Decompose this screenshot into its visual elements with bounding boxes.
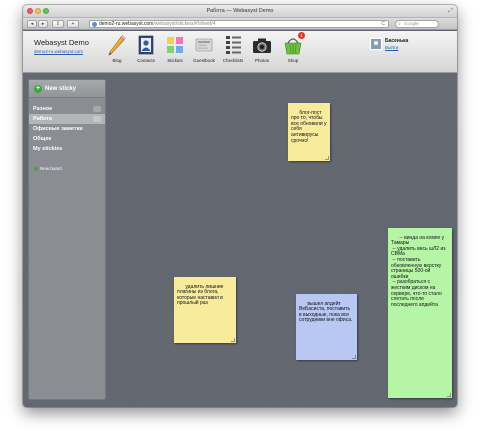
new-board-link[interactable]: New board [34,166,62,171]
browser-toolbar: ◂ ▸ ⇪ + demo2-ru.webasyst.com/webasyst/s… [23,18,457,30]
app-label-photos: Photos [254,58,269,63]
contact-card-icon [136,34,156,56]
app-photos[interactable]: Photos [248,34,276,63]
basket-icon: 1 [283,32,305,56]
back-button[interactable]: ◂ [27,20,37,28]
sheet-count-badge [93,106,101,112]
app-stickies[interactable]: Stickies [161,34,189,63]
search-icon: ⌕ [398,21,401,27]
brand-link[interactable]: demo2-ru.webasyst.com [34,49,89,54]
app-label-shop: Shop [287,58,299,63]
app-blog[interactable]: Blog [103,34,131,63]
plus-icon [34,166,38,171]
app-shop[interactable]: 1 Shop [279,32,307,63]
sticky-note[interactable]: вышел апдейт ВеБасиста, поставить в выхо… [296,294,357,360]
browser-window: Работа — Webasyst Demo ⤢ ◂ ▸ ⇪ + demo2-r… [23,5,457,407]
new-board-label: New board [40,166,62,171]
site-icon [92,22,97,27]
url-path: /webasyst/stickies/#/sheet/4 [153,21,216,27]
search-placeholder: Google [404,21,419,26]
stickies-board: + New sticky Разное Работа Офисные замет… [23,73,457,407]
sheet-label: My stickies [33,146,63,152]
reload-icon[interactable]: C [381,21,385,27]
fullscreen-icon[interactable]: ⤢ [448,5,453,18]
notification-badge: 1 [298,32,305,39]
sticky-note[interactable]: блог-пост про то, чтобы все обновили у с… [288,103,330,161]
sheet-list: Разное Работа Офисные заметки Общее My s… [29,104,105,154]
app-header: Webasyst Demo demo2-ru.webasyst.com Blog [23,31,457,73]
sheet-label: Разное [33,106,53,112]
new-sticky-label: New sticky [45,86,77,92]
plus-icon: + [34,85,42,93]
share-button[interactable]: ⇪ [52,20,64,28]
resize-handle[interactable] [352,355,356,359]
sheet-label: Общее [33,136,52,142]
sheet-item[interactable]: Общее [29,134,105,144]
window-title: Работа — Webasyst Demo [206,8,274,14]
user-name[interactable]: Басенька [385,38,408,44]
add-bookmark-button[interactable]: + [67,20,79,28]
sticky-text[interactable]: удалить лишние плагины из блога, которые… [177,284,225,307]
avatar[interactable] [370,38,382,50]
app-label-checklists: Checklists [222,58,244,63]
checklist-icon [223,34,243,56]
resize-handle[interactable] [231,338,235,342]
window-titlebar: Работа — Webasyst Demo ⤢ [23,5,457,18]
address-bar[interactable]: demo2-ru.webasyst.com/webasyst/stickies/… [89,20,389,28]
zoom-window-button[interactable] [43,8,49,14]
search-input[interactable]: ⌕ Google [395,20,439,28]
sticky-text[interactable]: -- винда на компе у Тамары -- удалить ве… [391,235,447,308]
close-window-button[interactable] [27,8,33,14]
forward-button[interactable]: ▸ [38,20,48,28]
plus-icon: + [71,21,75,27]
brand-title: Webasyst Demo [34,38,89,47]
minimize-window-button[interactable] [35,8,41,14]
sticky-text[interactable]: вышел апдейт ВеБасиста, поставить в выхо… [299,301,352,324]
sheet-count-badge [93,116,101,122]
resize-handle[interactable] [447,393,451,397]
sheet-item-selected[interactable]: Работа [29,114,105,124]
app-label-guestbook: Guestbook [193,58,215,63]
guestbook-icon [194,34,214,56]
app-checklists[interactable]: Checklists [219,34,247,63]
sheet-label: Работа [33,116,53,122]
pencil-icon [107,34,127,56]
sticky-note[interactable]: -- винда на компе у Тамары -- удалить ве… [388,228,452,398]
stickies-icon [165,34,185,56]
sheet-label: Офисные заметки [33,126,83,132]
app-label-stickies: Stickies [167,58,183,63]
sidebar: + New sticky Разное Работа Офисные замет… [28,79,106,400]
resize-handle[interactable] [325,156,329,160]
sticky-note[interactable]: удалить лишние плагины из блога, которые… [174,277,236,343]
sticky-text[interactable]: блог-пост про то, чтобы все обновили у с… [291,110,328,144]
app-guestbook[interactable]: Guestbook [190,34,218,63]
new-sticky-button[interactable]: + New sticky [29,80,105,98]
app-label-contacts: Contacts [137,58,155,63]
sheet-item[interactable]: Офисные заметки [29,124,105,134]
url-host: demo2-ru.webasyst.com [99,21,154,27]
logout-link[interactable]: Выйти [385,45,398,50]
brand: Webasyst Demo demo2-ru.webasyst.com [34,38,89,54]
camera-icon [252,34,272,56]
app-label-blog: Blog [112,58,122,63]
app-contacts[interactable]: Contacts [132,34,160,63]
sheet-item[interactable]: My stickies [29,144,105,154]
sheet-item[interactable]: Разное [29,104,105,114]
